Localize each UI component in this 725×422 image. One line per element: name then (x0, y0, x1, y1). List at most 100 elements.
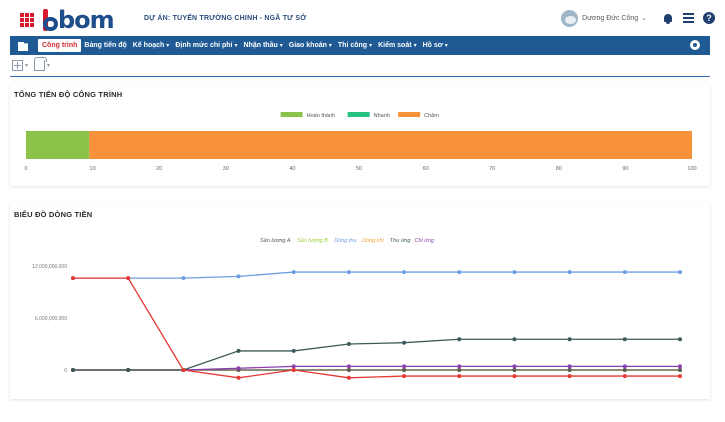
legend-swatch-2 (398, 112, 421, 117)
menu-item-label: Kiểm soát (378, 42, 412, 49)
legend-label-0: Hoàn thành (307, 113, 335, 119)
series-4-point-4 (291, 348, 296, 353)
series-0-point-8 (512, 368, 517, 372)
series-6-point-6 (402, 374, 407, 379)
series-4-point-9 (567, 337, 572, 342)
series-5-point-11 (678, 364, 682, 369)
series-0-point-11 (678, 368, 682, 372)
series-2-point-6 (402, 270, 407, 275)
user-menu-chevron-icon[interactable]: ⌄ (641, 14, 647, 22)
menu-item-5[interactable]: Giao khoán ▾ (289, 42, 332, 49)
chevron-down-icon: ▾ (166, 43, 170, 49)
series-6-point-9 (567, 374, 572, 379)
y-tick-label-2: 0 (64, 368, 67, 374)
menu-item-label: Bảng tiến độ (84, 42, 127, 49)
menu-item-7[interactable]: Kiểm soát ▾ (378, 42, 416, 49)
x-tick-label-6: 60 (423, 166, 429, 172)
chevron-down-icon: ▾ (413, 43, 417, 49)
menu-item-1[interactable]: Bảng tiến độ (84, 42, 126, 49)
logo-mark (41, 9, 59, 31)
series-6-point-0 (71, 276, 75, 281)
series-2-point-3 (236, 274, 241, 279)
series-2-point-8 (512, 270, 517, 275)
series-0-point-9 (567, 368, 572, 372)
top-header: bom DỰ ÁN: TUYẾN TRƯỜNG CHINH - NGÃ TƯ S… (0, 0, 725, 36)
legend-label-2: Dòng thu (334, 238, 356, 244)
series-line-6 (73, 277, 680, 379)
series-6-point-10 (622, 374, 627, 379)
legend-label-4: Thu ứng (390, 238, 412, 244)
menu-item-label: Hồ sơ (422, 42, 443, 49)
series-5-point-10 (622, 364, 627, 369)
series-4-point-10 (622, 337, 627, 342)
menu-item-0[interactable]: Công trình (38, 39, 82, 52)
user-name[interactable]: Dương Đức Công (582, 15, 638, 22)
main-menu-bar: Công trình Bảng tiến độ Kế hoạch ▾ Định mức … (10, 36, 710, 55)
apps-grid-icon[interactable] (20, 13, 34, 27)
progress-chart: Hoàn thành Nhanh Chậm 0 10 20 30 40 50 60 70 80 90 10… (24, 112, 697, 172)
menu-item-label: Giao khoán (288, 42, 327, 49)
x-tick-label-0: 0 (24, 166, 27, 172)
series-6-point-2 (181, 368, 186, 372)
menu-item-6[interactable]: Thi công ▾ (338, 42, 372, 49)
user-area: Dương Đức Công ⌄ ? (561, 8, 715, 28)
toolbar-divider (10, 76, 710, 77)
menu-item-4[interactable]: Nhận thầu ▾ (244, 42, 283, 49)
series-6-point-7 (457, 374, 462, 379)
series-2-point-9 (567, 270, 572, 275)
menu-item-label: Công trình (42, 42, 78, 49)
menu-item-label: Định mức chi phí (175, 42, 233, 49)
x-tick-label-4: 40 (289, 166, 295, 172)
series-6-point-3 (236, 375, 241, 380)
add-box-icon (12, 59, 23, 71)
series-0-point-7 (457, 368, 462, 372)
list-icon[interactable] (683, 13, 694, 23)
legend-label-1: Nhanh (374, 113, 390, 119)
construction-button[interactable]: ▾ (34, 56, 51, 71)
menu-item-label: Thi công (337, 42, 368, 49)
brand-logo[interactable]: bom (41, 5, 115, 32)
series-2-point-5 (346, 270, 351, 275)
series-5-point-6 (402, 364, 407, 369)
chevron-down-icon: ▾ (328, 43, 332, 49)
cashflow-panel: BIỂU ĐỒ DÒNG TIỀN Sản lượng A Sản lượng B… (10, 203, 710, 399)
series-2-point-11 (678, 270, 682, 275)
legend-label-0: Sản lượng A (260, 237, 291, 244)
folder-icon[interactable] (18, 40, 29, 51)
cashflow-chart: Sản lượng A Sản lượng B Dòng thu Dòng chi Th… (32, 237, 682, 380)
add-button[interactable]: ▾ (12, 59, 28, 71)
chevron-down-icon: ▾ (279, 43, 283, 49)
series-4-point-6 (402, 340, 407, 345)
construction-caret-icon: ▾ (47, 62, 51, 69)
series-5-point-5 (346, 364, 351, 369)
bar-segment-2 (89, 131, 692, 159)
series-0-point-6 (402, 368, 407, 372)
legend-label-3: Dòng chi (362, 238, 384, 244)
x-tick-label-2: 20 (156, 166, 162, 172)
chevron-down-icon: ▾ (234, 43, 238, 49)
series-5-point-7 (457, 364, 462, 369)
x-tick-label-1: 10 (90, 166, 96, 172)
menu-item-label: Nhận thầu (243, 42, 278, 49)
avatar[interactable] (561, 9, 579, 27)
help-icon[interactable]: ? (703, 12, 715, 24)
menu-item-2[interactable]: Kế hoạch ▾ (133, 42, 170, 49)
bar-segment-0 (26, 131, 90, 159)
bell-icon[interactable] (663, 13, 673, 24)
legend-swatch-1 (347, 112, 370, 117)
series-6-point-8 (512, 374, 517, 379)
series-4-point-8 (512, 337, 517, 342)
series-6-point-11 (678, 374, 682, 379)
series-5-point-8 (512, 364, 517, 369)
menu-item-8[interactable]: Hồ sơ ▾ (423, 42, 448, 49)
series-5-point-9 (567, 364, 572, 369)
x-tick-label-5: 50 (356, 166, 362, 172)
x-tick-label-10: 100 (687, 166, 696, 172)
y-tick-label-0: 12,000,000,000 (32, 264, 67, 270)
series-line-2 (73, 271, 680, 279)
menu-item-3[interactable]: Định mức chi phí ▾ (175, 42, 237, 49)
series-6-point-5 (346, 375, 351, 380)
x-tick-label-3: 30 (223, 166, 229, 172)
legend-label-5: Chi ứng (415, 238, 435, 244)
gear-icon[interactable] (690, 40, 700, 50)
